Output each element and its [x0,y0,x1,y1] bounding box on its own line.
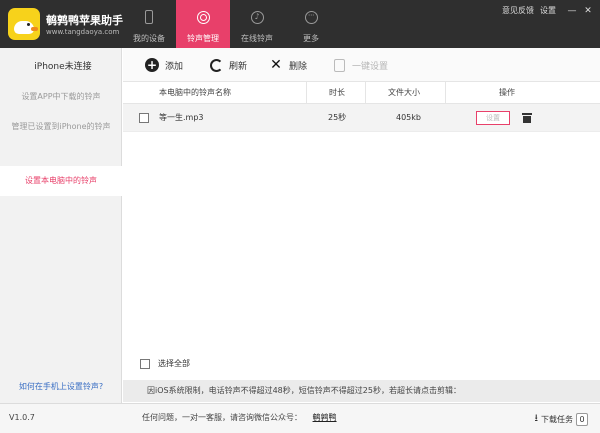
ringtone-table: 本电脑中的铃声名称 时长 文件大小 操作 等一生.mp3 25秒 405kb 设… [123,82,600,132]
phone-set-icon [332,58,346,72]
add-label: 添加 [165,61,184,72]
toolbar: + 添加 刷新 ✕ 删除 一键设置 [123,48,600,82]
device-status: iPhone未连接 [0,48,122,82]
settings-link[interactable]: 设置 [540,5,556,16]
tab-label: 我的设备 [133,34,165,43]
ios-limit-notice: 因iOS系统限制，电话铃声不得超过48秒，短信铃声不得超过25秒，若超长请点击剪… [123,380,600,402]
contact-text: 任何问题，一对一客服，请咨询微信公众号： [142,413,302,422]
delete-label: 删除 [289,61,308,72]
row-duration: 25秒 [328,113,347,122]
feedback-link[interactable]: 意见反馈 [502,5,534,16]
tab-my-device[interactable]: 我的设备 [122,0,176,48]
device-status-label: iPhone未连接 [34,61,92,72]
app-url: www.tangdaoya.com [46,28,120,36]
x-icon: ✕ [270,57,282,73]
row-name: 等一生.mp3 [159,113,204,122]
app-logo [8,8,40,40]
title-bar: 鹌鹑鸭苹果助手 www.tangdaoya.com 我的设备 铃声管理 ♪ 在线… [0,0,600,48]
close-icon[interactable]: ✕ [582,6,594,16]
tab-online-ringtones[interactable]: ♪ 在线铃声 [230,0,284,48]
row-checkbox[interactable] [139,113,149,123]
tab-label: 更多 [303,34,319,43]
ringtone-icon [196,9,210,25]
plus-icon: + [145,58,159,72]
refresh-icon [209,58,223,72]
contact-info: 任何问题，一对一客服，请咨询微信公众号： 鹌鹑鸭 [142,404,337,432]
download-count-badge: 0 [576,413,588,426]
download-icon: ⭳ [534,413,539,424]
header-name: 本电脑中的铃声名称 [159,88,231,97]
header-size: 文件大小 [388,88,420,97]
window-controls: 意见反馈 设置 — ✕ [502,5,594,16]
select-all-label: 选择全部 [158,359,190,368]
download-label: 下载任务 [541,415,573,424]
minimize-icon[interactable]: — [566,6,578,16]
row-size: 405kb [396,113,421,122]
status-bar: V1.0.7 任何问题，一对一客服，请咨询微信公众号： 鹌鹑鸭 ⭳ 下载任务 0 [0,403,600,433]
tab-label: 在线铃声 [241,34,273,43]
header-duration: 时长 [329,88,345,97]
tab-more[interactable]: ··· 更多 [284,0,338,48]
set-ringtone-button[interactable]: 设置 [476,111,510,125]
tab-ringtone-manage[interactable]: 铃声管理 [176,0,230,48]
app-title: 鹌鹑鸭苹果助手 [46,14,123,27]
phone-icon [142,9,156,25]
one-click-label: 一键设置 [352,61,389,72]
delete-button[interactable]: ✕ 删除 [269,48,307,82]
select-all-checkbox[interactable] [140,358,150,369]
refresh-label: 刷新 [229,61,248,72]
one-click-set-button[interactable]: 一键设置 [332,48,388,82]
wechat-account-link[interactable]: 鹌鹑鸭 [313,413,337,422]
sidebar-item-iphone-ringtones[interactable]: 管理已设置到iPhone的铃声 [0,112,122,142]
version-label: V1.0.7 [9,413,35,422]
table-header: 本电脑中的铃声名称 时长 文件大小 操作 [123,82,600,104]
add-button[interactable]: + 添加 [145,48,183,82]
table-row[interactable]: 等一生.mp3 25秒 405kb 设置 [123,104,600,132]
sidebar-item-app-ringtones[interactable]: 设置APP中下载的铃声 [0,82,122,112]
more-icon: ··· [304,9,318,25]
help-link[interactable]: 如何在手机上设置铃声? [0,381,122,392]
sidebar: iPhone未连接 设置APP中下载的铃声 管理已设置到iPhone的铃声 设置… [0,48,122,403]
header-action: 操作 [499,88,515,97]
trash-icon[interactable] [522,113,532,123]
music-note-icon: ♪ [250,9,264,25]
refresh-button[interactable]: 刷新 [209,48,247,82]
download-tasks-button[interactable]: ⭳ 下载任务 0 [534,411,588,428]
select-all[interactable]: 选择全部 [140,358,190,369]
tab-label: 铃声管理 [187,34,219,43]
sidebar-item-pc-ringtones[interactable]: 设置本电脑中的铃声 [0,166,122,196]
